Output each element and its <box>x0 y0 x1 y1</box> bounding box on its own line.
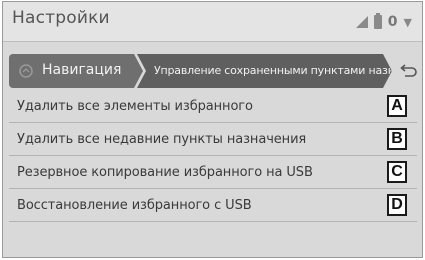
breadcrumb: Навигация Управление сохраненными пункта… <box>9 54 417 88</box>
breadcrumb-current-label: Управление сохраненными пунктами назна. <box>154 64 405 77</box>
status-area: 0 ▼ <box>355 13 412 30</box>
header-bar: Настройки 0 ▼ <box>3 2 422 42</box>
back-arrow-icon <box>400 64 417 77</box>
callout-badge: D <box>387 194 407 216</box>
breadcrumb-navigation[interactable]: Навигация <box>9 54 143 88</box>
page-title: Настройки <box>12 8 110 28</box>
back-button[interactable] <box>395 54 421 88</box>
callout-badge: B <box>387 128 407 150</box>
callout-badge: A <box>387 95 407 117</box>
settings-list: Удалить все элементы избранного A Удалит… <box>9 90 417 222</box>
home-icon <box>19 64 33 78</box>
list-item[interactable]: Удалить все элементы избранного A <box>9 90 417 123</box>
list-item-label: Удалить все элементы избранного <box>17 99 253 114</box>
list-item[interactable]: Восстановление избранного с USB D <box>9 189 417 222</box>
list-item[interactable]: Резервное копирование избранного на USB … <box>9 156 417 189</box>
list-item-label: Резервное копирование избранного на USB <box>17 165 313 180</box>
antenna-icon: ▼ <box>403 15 412 29</box>
list-item[interactable]: Удалить все недавние пункты назначения B <box>9 123 417 156</box>
signal-icon <box>355 16 368 28</box>
settings-screen: Настройки 0 ▼ Навигация Управление сохра… <box>2 1 423 258</box>
breadcrumb-current: Управление сохраненными пунктами назна. <box>137 54 392 88</box>
battery-icon <box>373 13 382 29</box>
list-item-label: Удалить все недавние пункты назначения <box>17 132 307 147</box>
status-count: 0 <box>387 14 398 30</box>
callout-badge: C <box>387 161 407 183</box>
breadcrumb-navigation-label: Навигация <box>42 62 122 78</box>
list-item-label: Восстановление избранного с USB <box>17 198 252 213</box>
